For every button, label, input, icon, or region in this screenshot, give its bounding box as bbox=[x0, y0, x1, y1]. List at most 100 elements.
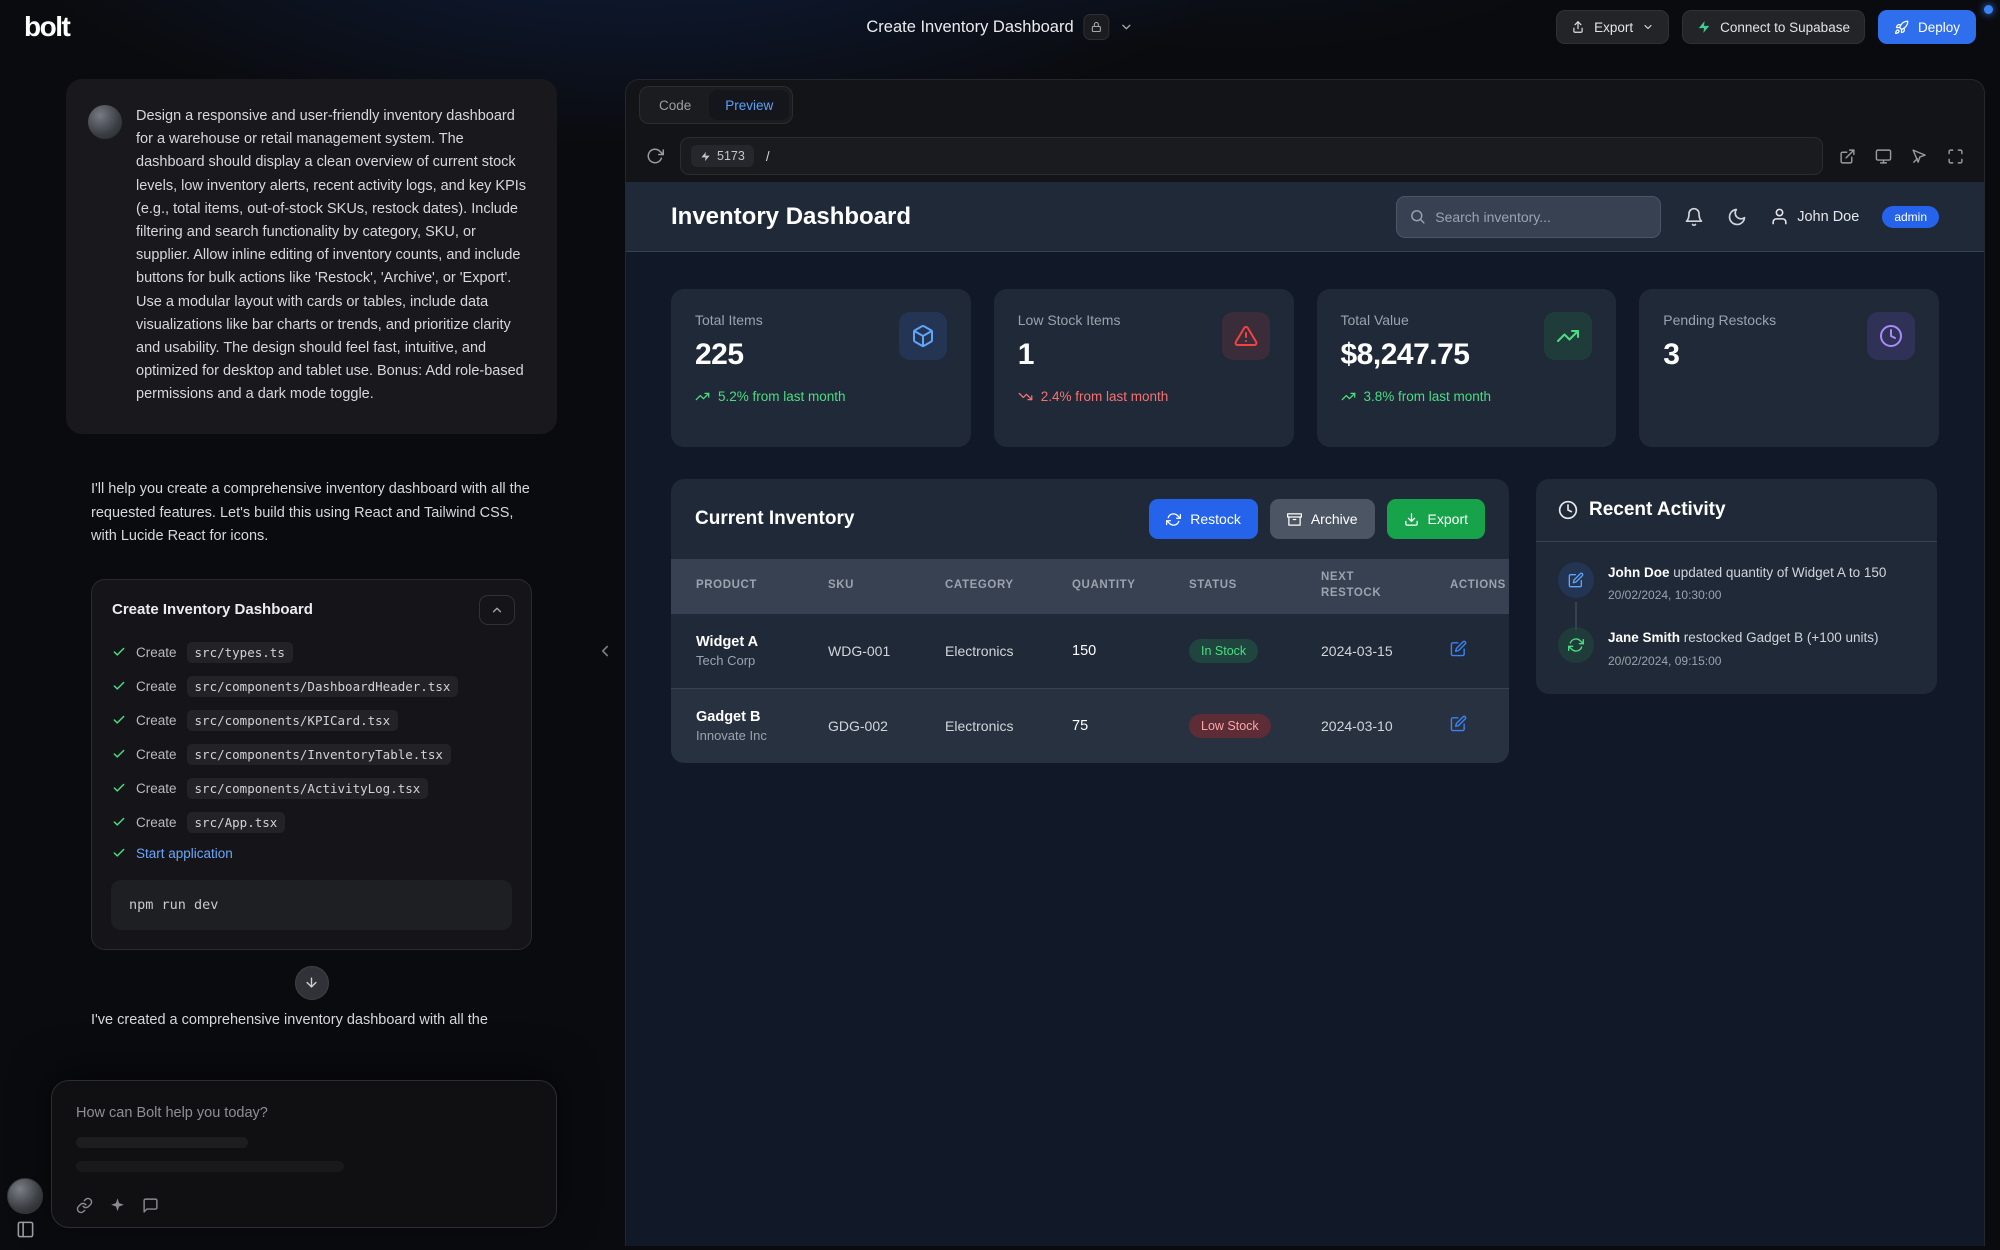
chevron-up-icon bbox=[490, 603, 504, 617]
edit-row-button[interactable] bbox=[1450, 715, 1467, 732]
main-row: Current Inventory Restock bbox=[671, 479, 1939, 763]
kpi-label: Low Stock Items bbox=[1018, 312, 1121, 328]
kpi-trend-text: 3.8% from last month bbox=[1364, 389, 1492, 404]
package-icon bbox=[899, 312, 947, 360]
refresh-icon bbox=[1558, 627, 1594, 663]
preview-browser-bar: 5173 / bbox=[626, 130, 1984, 182]
step-file[interactable]: src/components/InventoryTable.tsx bbox=[187, 744, 451, 765]
app-title: Inventory Dashboard bbox=[671, 203, 911, 231]
kpi-label: Pending Restocks bbox=[1663, 312, 1776, 328]
fullscreen-icon[interactable] bbox=[1947, 148, 1964, 165]
chat-panel: Design a responsive and user-friendly in… bbox=[66, 79, 557, 1028]
activity-action: restocked Gadget B (+100 units) bbox=[1684, 630, 1879, 645]
restock-button[interactable]: Restock bbox=[1149, 499, 1258, 539]
export-button[interactable]: Export bbox=[1556, 10, 1669, 44]
workbench-panel: Code Preview 5173 / bbox=[625, 79, 1985, 1246]
deploy-label: Deploy bbox=[1918, 20, 1960, 35]
kpi-value: 225 bbox=[695, 338, 763, 372]
dev-server-bolt-icon bbox=[700, 151, 711, 162]
export-inventory-button[interactable]: Export bbox=[1387, 499, 1485, 539]
profile-avatar[interactable] bbox=[7, 1178, 43, 1214]
artifact-step: Create src/components/ActivityLog.tsx bbox=[112, 778, 511, 799]
artifact-step: Create src/App.tsx bbox=[112, 812, 511, 833]
chat-mode-icon[interactable] bbox=[142, 1197, 159, 1214]
kpi-trend-text: 5.2% from last month bbox=[718, 389, 846, 404]
dark-mode-moon-icon[interactable] bbox=[1727, 207, 1747, 227]
activity-item: Jane Smith restocked Gadget B (+100 unit… bbox=[1558, 627, 1915, 667]
connect-supabase-button[interactable]: Connect to Supabase bbox=[1682, 10, 1865, 44]
cell-sku: WDG-001 bbox=[828, 643, 945, 659]
user-menu[interactable]: John Doe bbox=[1770, 207, 1859, 226]
archive-button[interactable]: Archive bbox=[1270, 499, 1375, 539]
tab-preview[interactable]: Preview bbox=[709, 90, 789, 120]
step-file[interactable]: src/components/ActivityLog.tsx bbox=[187, 778, 429, 799]
enhance-sparkle-icon[interactable] bbox=[109, 1197, 126, 1214]
step-action: Create bbox=[136, 815, 177, 830]
artifact-card: Create Inventory Dashboard Create src/ty… bbox=[91, 579, 532, 950]
step-file[interactable]: src/components/KPICard.tsx bbox=[187, 710, 399, 731]
cell-category: Electronics bbox=[945, 643, 1072, 659]
status-badge: Low Stock bbox=[1189, 714, 1271, 738]
step-file[interactable]: src/components/DashboardHeader.tsx bbox=[187, 676, 459, 697]
title-chevron-down-icon[interactable] bbox=[1120, 20, 1134, 34]
kpi-value: 1 bbox=[1018, 338, 1121, 372]
step-file[interactable]: src/App.tsx bbox=[187, 812, 286, 833]
supabase-label: Connect to Supabase bbox=[1720, 20, 1850, 35]
supabase-bolt-icon bbox=[1697, 20, 1711, 34]
table-row[interactable]: Widget A Tech Corp WDG-001 Electronics 1… bbox=[671, 613, 1509, 688]
bolt-window: bolt Create Inventory Dashboard Export bbox=[0, 0, 2000, 1250]
topbar: bolt Create Inventory Dashboard Export bbox=[0, 0, 2000, 54]
inventory-search[interactable] bbox=[1396, 196, 1661, 238]
bolt-logo[interactable]: bolt bbox=[24, 11, 69, 43]
tab-code[interactable]: Code bbox=[643, 90, 707, 120]
address-bar[interactable]: 5173 / bbox=[680, 137, 1823, 175]
terminal-command: npm run dev bbox=[111, 880, 512, 930]
kpi-trend-text: 2.4% from last month bbox=[1041, 389, 1169, 404]
download-icon bbox=[1404, 512, 1419, 527]
chat-collapse-chevron-left-icon[interactable] bbox=[596, 642, 614, 660]
deploy-button[interactable]: Deploy bbox=[1878, 10, 1976, 44]
sidebar-toggle-icon[interactable] bbox=[16, 1220, 35, 1239]
column-header: Product bbox=[696, 578, 828, 594]
product-supplier: Innovate Inc bbox=[696, 728, 828, 743]
activity-header: Recent Activity bbox=[1536, 479, 1937, 542]
inventory-title: Current Inventory bbox=[695, 508, 854, 530]
artifact-header: Create Inventory Dashboard bbox=[92, 580, 531, 636]
step-action: Create bbox=[136, 679, 177, 694]
edit-row-button[interactable] bbox=[1450, 640, 1467, 657]
attach-link-icon[interactable] bbox=[76, 1197, 93, 1214]
archive-icon bbox=[1287, 512, 1302, 527]
search-input[interactable] bbox=[1435, 209, 1648, 225]
composer-placeholder[interactable]: How can Bolt help you today? bbox=[76, 1105, 532, 1121]
inspect-element-icon[interactable] bbox=[1911, 148, 1928, 165]
cell-quantity[interactable]: 75 bbox=[1072, 718, 1189, 734]
chat-composer[interactable]: How can Bolt help you today? bbox=[51, 1080, 557, 1228]
edit-icon bbox=[1450, 640, 1467, 657]
start-application-link[interactable]: Start application bbox=[136, 846, 233, 861]
rocket-icon bbox=[1894, 20, 1909, 35]
cell-category: Electronics bbox=[945, 718, 1072, 734]
ghost-suggestion-bar bbox=[76, 1161, 344, 1172]
artifact-collapse-button[interactable] bbox=[479, 595, 515, 625]
inventory-header: Current Inventory Restock bbox=[671, 479, 1509, 559]
url-path: / bbox=[766, 149, 770, 164]
step-action: Create bbox=[136, 645, 177, 660]
cell-quantity[interactable]: 150 bbox=[1072, 643, 1189, 659]
column-header: Actions bbox=[1450, 578, 1509, 594]
port-badge[interactable]: 5173 bbox=[691, 145, 754, 167]
open-external-icon[interactable] bbox=[1839, 148, 1856, 165]
user-avatar bbox=[88, 105, 122, 139]
responsive-devices-icon[interactable] bbox=[1875, 148, 1892, 165]
bell-icon[interactable] bbox=[1684, 207, 1704, 227]
reload-icon[interactable] bbox=[646, 147, 664, 165]
table-row[interactable]: Gadget B Innovate Inc GDG-002 Electronic… bbox=[671, 688, 1509, 763]
scroll-to-bottom-button[interactable] bbox=[295, 966, 329, 1000]
privacy-lock-badge[interactable] bbox=[1084, 14, 1110, 40]
user-name: John Doe bbox=[1797, 209, 1859, 225]
composer-toolbar bbox=[76, 1197, 159, 1214]
app-content: Total Items 225 5.2% from last mont bbox=[626, 252, 1984, 763]
assistant-followup-text: I've created a comprehensive inventory d… bbox=[91, 1012, 553, 1028]
check-icon bbox=[112, 815, 126, 829]
step-file[interactable]: src/types.ts bbox=[187, 642, 293, 663]
project-title-group[interactable]: Create Inventory Dashboard bbox=[866, 0, 1133, 54]
